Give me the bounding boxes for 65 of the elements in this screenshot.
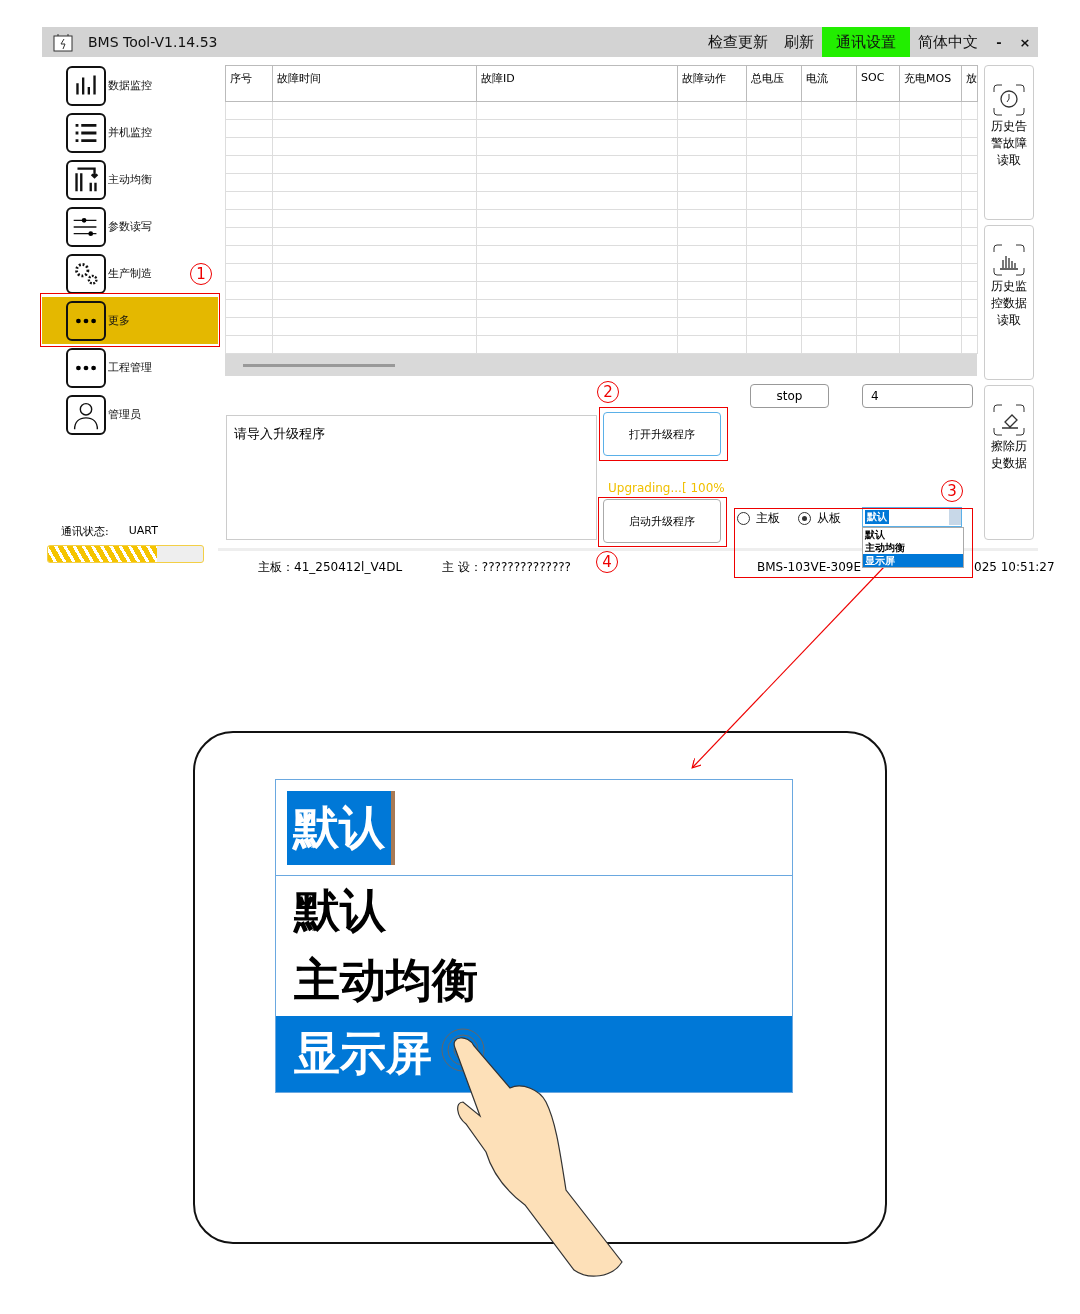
side-button[interactable]: 历史告警故障读取 — [984, 65, 1034, 220]
status-text: 025 10:51:27 — [974, 560, 1055, 574]
side-button[interactable]: 擦除历史数据 — [984, 385, 1034, 540]
progress-text: Upgrading...[ 100% — [608, 481, 725, 495]
scroll-thumb[interactable] — [243, 363, 395, 367]
dropdown-option[interactable]: 默认 — [863, 528, 963, 541]
column-header: 放 — [961, 65, 978, 102]
bar-chart-icon — [991, 242, 1027, 278]
list-icon — [66, 112, 106, 153]
stop-button[interactable]: stop — [750, 383, 829, 408]
sidebar-item[interactable]: 数据监控 — [42, 62, 188, 109]
person-icon — [66, 394, 106, 435]
scrollbar[interactable] — [225, 354, 977, 376]
minimize-button[interactable]: - — [986, 27, 1012, 57]
column-header: 故障ID — [476, 65, 678, 102]
radio-label[interactable]: 从板 — [817, 510, 841, 527]
callout-number: 3 — [941, 480, 963, 502]
dropdown-option[interactable]: 主动均衡 — [863, 541, 963, 554]
column-header: 充电MOS — [899, 65, 962, 102]
column-header: SOC — [856, 65, 900, 102]
sidebar-item[interactable]: 主动均衡 — [42, 156, 188, 203]
count-field[interactable]: 4 — [862, 383, 973, 408]
column-header: 电流 — [801, 65, 857, 102]
start-button[interactable]: 启动升级程序 — [603, 499, 721, 543]
dropdown-value: 默认 — [287, 790, 395, 865]
column-header: 序号 — [225, 65, 273, 102]
menu-item[interactable]: 刷新 — [776, 27, 822, 57]
log-area: 请导入升级程序 — [226, 415, 597, 540]
close-button[interactable]: × — [1012, 27, 1038, 57]
menu-item[interactable]: 简体中文 — [910, 27, 986, 57]
column-header: 故障动作 — [677, 65, 747, 102]
window-title: BMS Tool-V1.14.53 — [88, 34, 219, 50]
dropdown-option[interactable]: 主动均衡 — [276, 946, 792, 1016]
callout-number: 1 — [190, 263, 212, 285]
menu-item[interactable]: 通讯设置 — [822, 27, 910, 57]
sidebar-item[interactable]: 生产制造 — [42, 250, 188, 297]
battery-icon — [52, 31, 74, 53]
sliders-icon — [66, 206, 106, 247]
eraser-icon — [991, 402, 1027, 438]
menu-item[interactable]: 检查更新 — [700, 27, 776, 57]
dropdown-option[interactable]: 显示屏 — [863, 554, 963, 567]
column-header: 故障时间 — [272, 65, 477, 102]
status-value: UART — [128, 524, 158, 539]
clock-icon — [991, 82, 1027, 118]
sidebar-item[interactable]: 参数读写 — [42, 203, 188, 250]
sidebar-item[interactable]: 管理员 — [42, 391, 188, 438]
callout-number: 2 — [597, 381, 619, 403]
bar-chart-icon — [66, 65, 106, 106]
column-header: 总电压 — [746, 65, 802, 102]
radio-label[interactable]: 主板 — [756, 510, 780, 527]
open-button[interactable]: 打开升级程序 — [603, 412, 721, 456]
sidebar-item[interactable]: 并机监控 — [42, 109, 188, 156]
dropdown-option[interactable]: 显示屏 — [276, 1016, 792, 1092]
status-text: 主板：41_250412l_V4DL — [258, 558, 403, 576]
side-button[interactable]: 历史监控数据读取 — [984, 225, 1034, 380]
dots-icon — [66, 347, 106, 388]
sidebar-item[interactable]: 工程管理 — [42, 344, 188, 391]
dots-icon — [66, 300, 106, 341]
status-text: 主 设：?????????????? — [442, 558, 571, 576]
dropdown-value: 默认 — [865, 510, 889, 524]
dropdown-option[interactable]: 默认 — [276, 876, 792, 946]
sidebar-item[interactable]: 更多 — [42, 297, 218, 344]
status-label: 通讯状态: — [61, 524, 109, 539]
status-text: BMS-103VE-309E — [757, 560, 862, 574]
gears-icon — [66, 253, 106, 294]
